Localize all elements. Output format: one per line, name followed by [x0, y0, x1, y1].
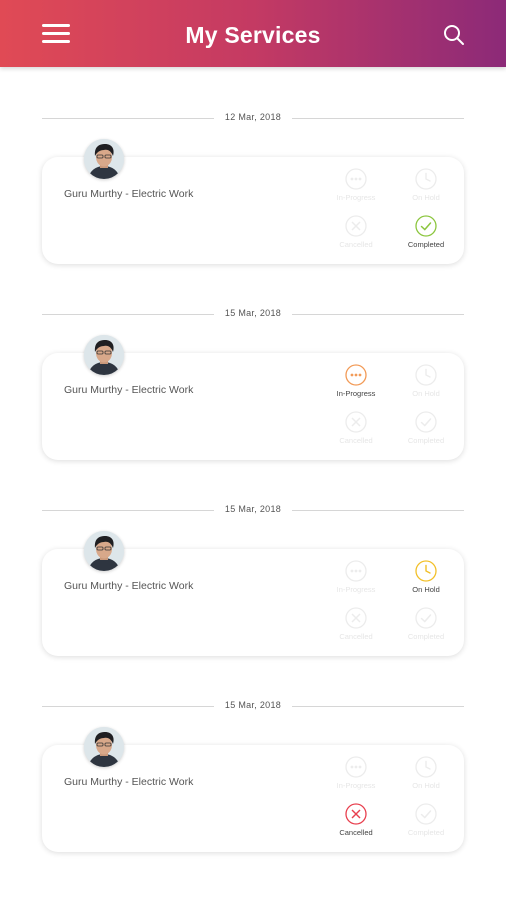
status-label: In-Progress: [336, 389, 376, 398]
status-cancelled-button[interactable]: Cancelled: [321, 802, 391, 837]
completed-icon: [391, 802, 461, 826]
service-date: 15 Mar, 2018: [224, 700, 282, 710]
service-date: 15 Mar, 2018: [224, 308, 282, 318]
status-label: In-Progress: [336, 781, 376, 790]
status-label: Cancelled: [339, 436, 373, 445]
status-cancelled-button[interactable]: Cancelled: [321, 214, 391, 249]
status-on-hold-button[interactable]: On Hold: [391, 167, 461, 202]
completed-icon: [391, 410, 461, 434]
status-label: Completed: [407, 828, 445, 837]
status-on-hold-button[interactable]: On Hold: [391, 755, 461, 790]
status-in-progress-button[interactable]: In-Progress: [321, 167, 391, 202]
divider-line: [292, 314, 464, 315]
date-divider: 15 Mar, 2018: [42, 307, 464, 321]
status-completed-button[interactable]: Completed: [391, 214, 461, 249]
status-label: Cancelled: [339, 828, 373, 837]
date-divider: 12 Mar, 2018: [42, 111, 464, 125]
status-label: On Hold: [412, 781, 440, 790]
date-divider: 15 Mar, 2018: [42, 699, 464, 713]
on-hold-icon: [391, 167, 461, 191]
status-label: Completed: [407, 240, 445, 249]
status-label: Completed: [407, 632, 445, 641]
app-bar: My Services: [0, 0, 506, 67]
cancelled-icon: [321, 802, 391, 826]
service-date: 15 Mar, 2018: [224, 504, 282, 514]
service-item: 15 Mar, 2018 Guru Murthy - Electric Work I…: [0, 307, 506, 503]
on-hold-icon: [391, 363, 461, 387]
service-name: Guru Murthy - Electric Work: [64, 384, 194, 396]
service-name: Guru Murthy - Electric Work: [64, 580, 194, 592]
status-label: Cancelled: [339, 240, 373, 249]
service-name: Guru Murthy - Electric Work: [64, 188, 194, 200]
status-in-progress-button[interactable]: In-Progress: [321, 755, 391, 790]
service-date: 12 Mar, 2018: [224, 112, 282, 122]
cancelled-icon: [321, 214, 391, 238]
divider-line: [292, 510, 464, 511]
service-name: Guru Murthy - Electric Work: [64, 776, 194, 788]
cancelled-icon: [321, 606, 391, 630]
completed-icon: [391, 214, 461, 238]
status-label: Cancelled: [339, 632, 373, 641]
status-completed-button[interactable]: Completed: [391, 410, 461, 445]
status-in-progress-button[interactable]: In-Progress: [321, 363, 391, 398]
status-completed-button[interactable]: Completed: [391, 802, 461, 837]
status-on-hold-button[interactable]: On Hold: [391, 363, 461, 398]
status-in-progress-button[interactable]: In-Progress: [321, 559, 391, 594]
status-label: In-Progress: [336, 193, 376, 202]
date-divider: 15 Mar, 2018: [42, 503, 464, 517]
page-title: My Services: [185, 22, 321, 48]
cancelled-icon: [321, 410, 391, 434]
status-on-hold-button[interactable]: On Hold: [391, 559, 461, 594]
divider-line: [292, 706, 464, 707]
status-cancelled-button[interactable]: Cancelled: [321, 606, 391, 641]
status-label: In-Progress: [336, 585, 376, 594]
avatar: [84, 139, 124, 179]
in-progress-icon: [321, 559, 391, 583]
avatar: [84, 531, 124, 571]
in-progress-icon: [321, 167, 391, 191]
avatar: [84, 335, 124, 375]
service-item: 15 Mar, 2018 Guru Murthy - Electric Work I…: [0, 699, 506, 895]
search-icon[interactable]: [443, 24, 465, 46]
divider-line: [292, 118, 464, 119]
service-item: 12 Mar, 2018 Guru Murthy - Electric Work I…: [0, 111, 506, 307]
status-label: On Hold: [412, 193, 440, 202]
service-item: 15 Mar, 2018 Guru Murthy - Electric Work I…: [0, 503, 506, 699]
in-progress-icon: [321, 363, 391, 387]
completed-icon: [391, 606, 461, 630]
on-hold-icon: [391, 755, 461, 779]
avatar: [84, 727, 124, 767]
in-progress-icon: [321, 755, 391, 779]
on-hold-icon: [391, 559, 461, 583]
status-cancelled-button[interactable]: Cancelled: [321, 410, 391, 445]
status-completed-button[interactable]: Completed: [391, 606, 461, 641]
status-label: On Hold: [412, 585, 440, 594]
status-label: On Hold: [412, 389, 440, 398]
status-label: Completed: [407, 436, 445, 445]
